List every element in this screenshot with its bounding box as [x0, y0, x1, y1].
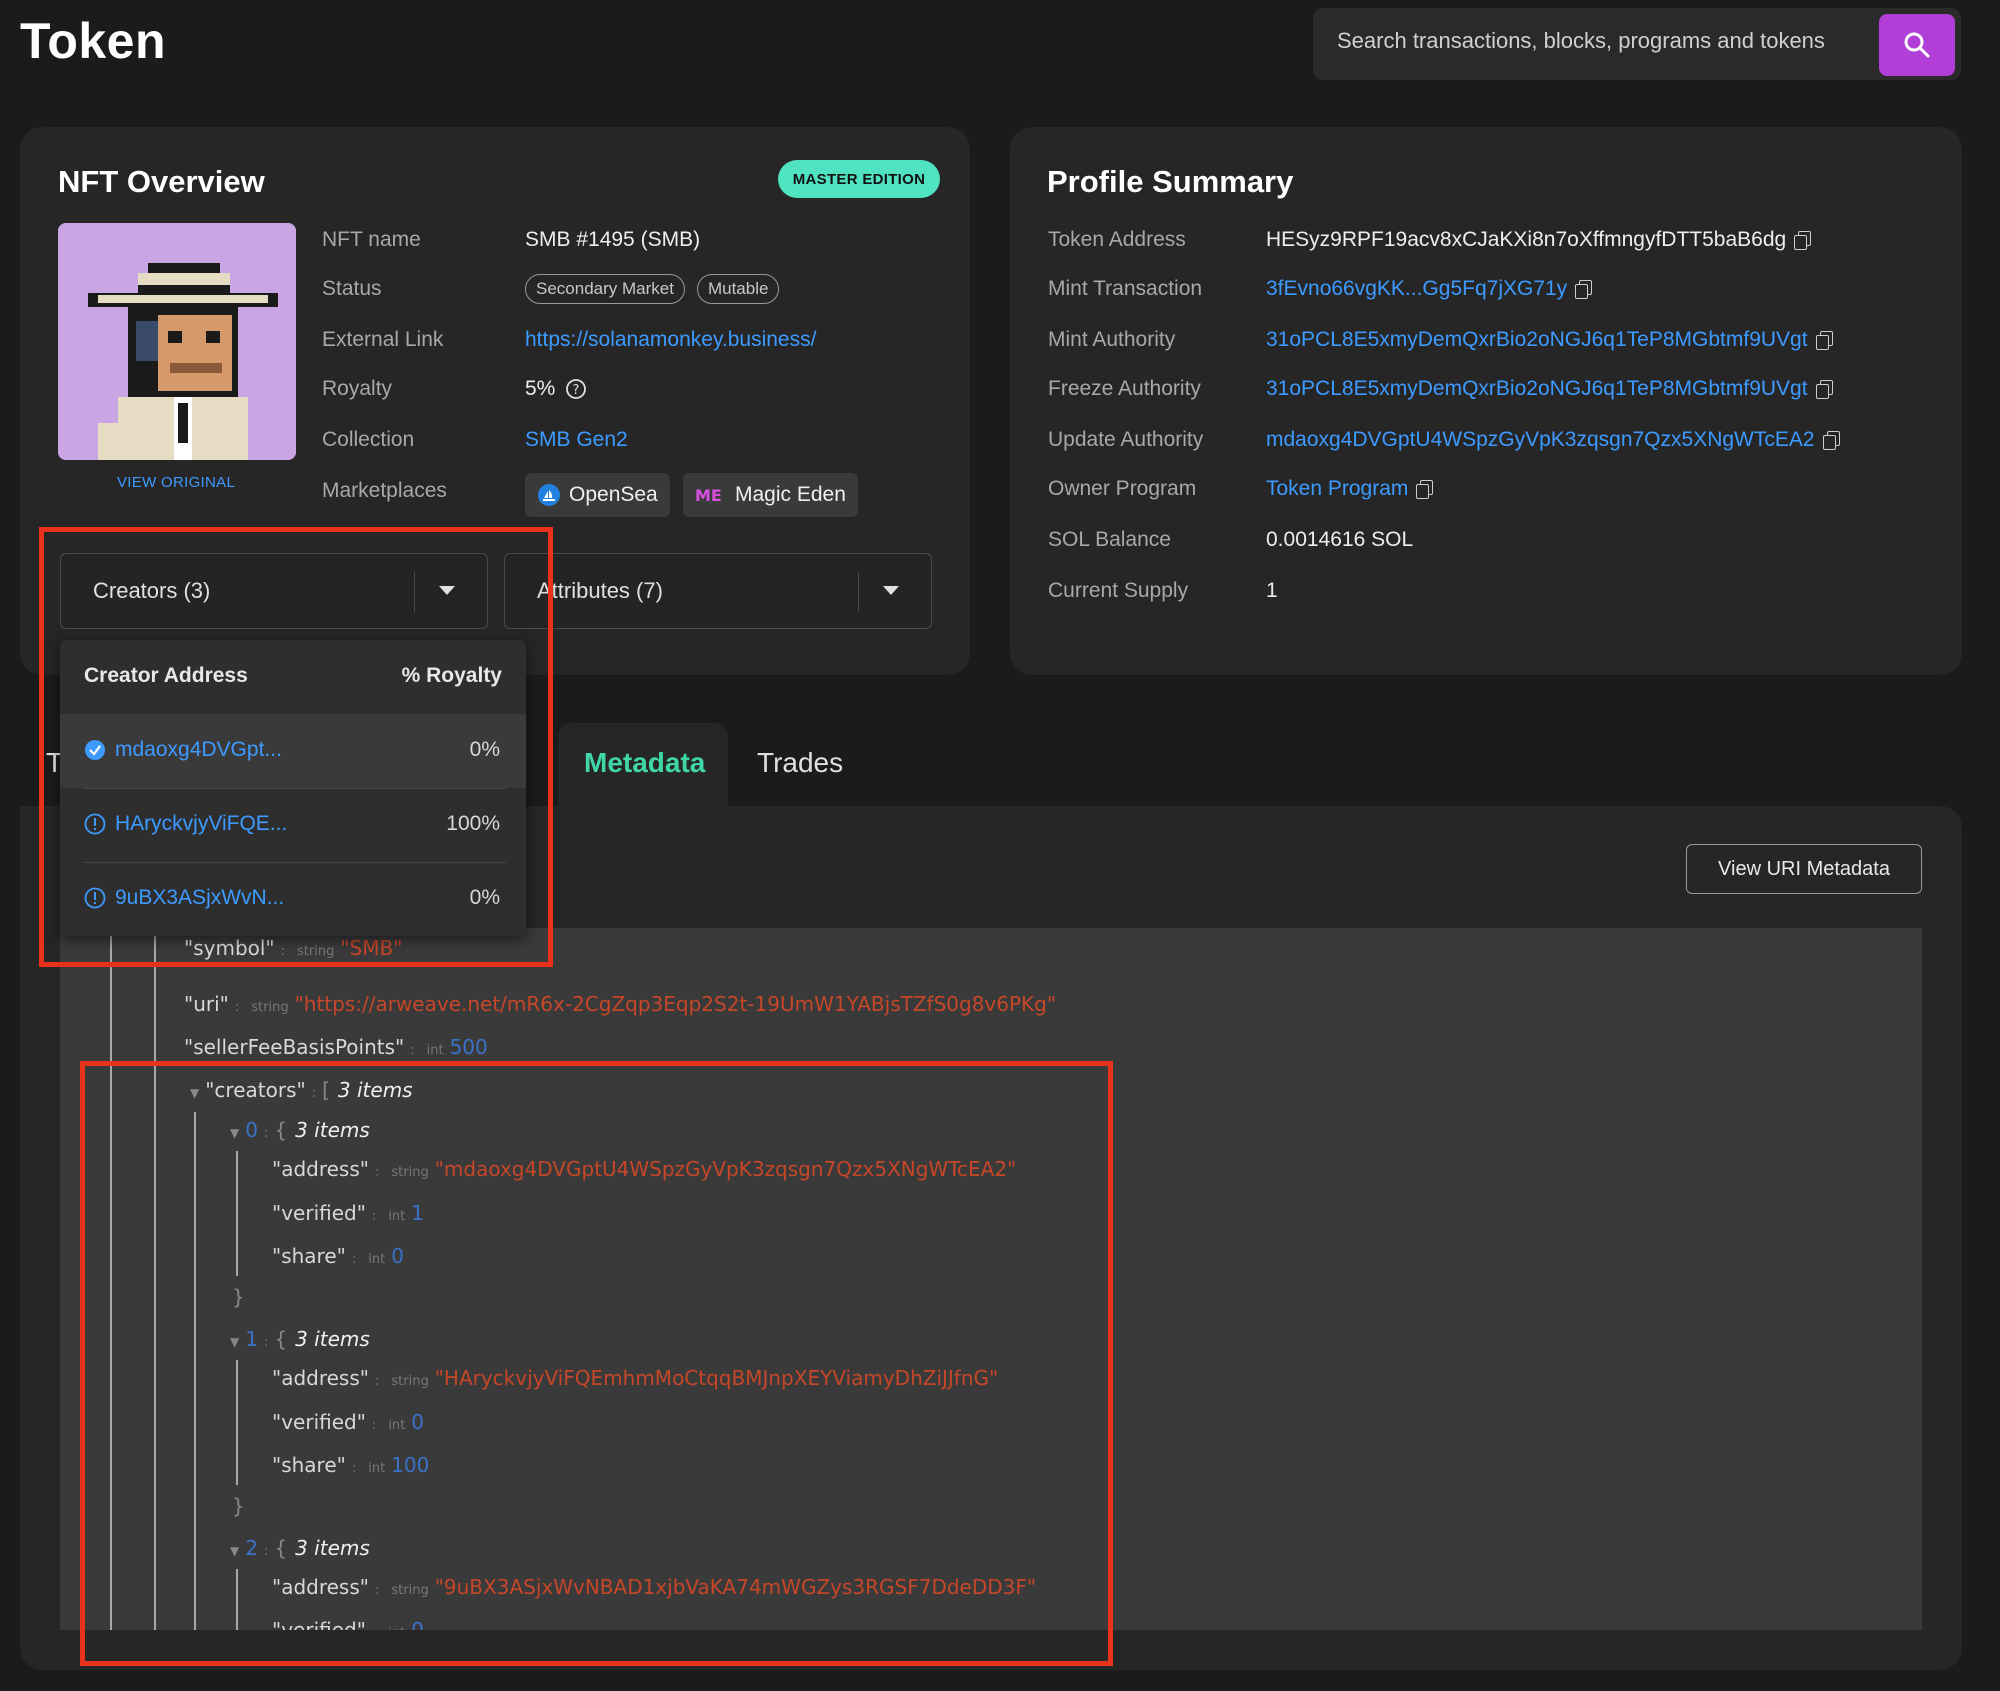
copy-icon[interactable]: [1416, 480, 1434, 499]
royalty-label: Royalty: [322, 377, 393, 400]
nft-overview-title: NFT Overview: [58, 164, 265, 199]
current-supply-value: 1: [1266, 579, 1278, 602]
json-type: string: [251, 1000, 289, 1015]
highlight-box-creators-menu: [39, 527, 553, 967]
mint-transaction-link[interactable]: 3fEvno66vgKK...Gg5Fq7jXG71y: [1266, 277, 1567, 300]
magic-eden-button[interactable]: ME Magic Eden: [683, 473, 858, 517]
owner-program-label: Owner Program: [1048, 477, 1197, 500]
magic-eden-label: Magic Eden: [735, 483, 846, 506]
dropdown-separator: [858, 572, 859, 612]
update-authority-link[interactable]: mdaoxg4DVGptU4WSpzGyVpK3zqsgn7Qzx5XNgWTc…: [1266, 428, 1815, 451]
tab-metadata[interactable]: Metadata: [584, 747, 705, 779]
opensea-icon: [538, 484, 560, 506]
opensea-button[interactable]: OpenSea: [525, 473, 670, 517]
freeze-authority-value: 31oPCL8E5xmyDemQxrBio2oNGJ6q1TeP8MGbtmf9…: [1266, 377, 1833, 401]
nft-image[interactable]: [58, 223, 296, 460]
chevron-down-icon: [883, 586, 899, 595]
copy-icon[interactable]: [1822, 431, 1840, 450]
nft-pixel-art: [58, 223, 296, 460]
json-value: 500: [449, 1035, 488, 1059]
mint-transaction-label: Mint Transaction: [1048, 277, 1203, 300]
opensea-label: OpenSea: [569, 483, 658, 506]
token-address-label: Token Address: [1048, 228, 1186, 251]
copy-icon[interactable]: [1575, 280, 1593, 299]
sol-balance-value: 0.0014616 SOL: [1266, 528, 1414, 551]
owner-program-link[interactable]: Token Program: [1266, 477, 1408, 500]
freeze-authority-link[interactable]: 31oPCL8E5xmyDemQxrBio2oNGJ6q1TeP8MGbtmf9…: [1266, 377, 1808, 400]
attributes-dropdown[interactable]: Attributes (7): [504, 553, 932, 629]
collection-link[interactable]: SMB Gen2: [525, 428, 628, 452]
json-uri-line: "uri": string "https://arweave.net/mR6x-2C…: [184, 992, 1056, 1016]
copy-icon[interactable]: [1815, 380, 1833, 399]
help-icon[interactable]: ?: [565, 378, 587, 400]
nft-name-value: SMB #1495 (SMB): [525, 228, 701, 251]
status-label: Status: [322, 277, 382, 300]
external-link[interactable]: https://solanamonkey.business/: [525, 328, 816, 352]
status-pill-secondary: Secondary Market: [525, 274, 685, 304]
update-authority-value: mdaoxg4DVGptU4WSpzGyVpK3zqsgn7Qzx5XNgWTc…: [1266, 428, 1840, 452]
view-uri-metadata-button[interactable]: View URI Metadata: [1686, 844, 1922, 894]
json-type: int: [426, 1043, 444, 1058]
json-value: "https://arweave.net/mR6x-2CgZqp3Eqp2S2t…: [294, 992, 1057, 1016]
highlight-box-creators-json: [80, 1061, 1113, 1666]
mint-transaction-value: 3fEvno66vgKK...Gg5Fq7jXG71y: [1266, 277, 1593, 301]
search-button[interactable]: [1879, 14, 1955, 76]
royalty-value: 5% ?: [525, 377, 587, 401]
token-address-value: HESyz9RPF19acv8xCJaKXi8n7oXffmngyfDTT5ba…: [1266, 228, 1812, 252]
mint-authority-value: 31oPCL8E5xmyDemQxrBio2oNGJ6q1TeP8MGbtmf9…: [1266, 328, 1833, 352]
svg-text:ME: ME: [695, 486, 722, 505]
svg-text:?: ?: [573, 383, 580, 398]
master-edition-badge: MASTER EDITION: [778, 160, 940, 198]
copy-icon[interactable]: [1815, 331, 1833, 350]
search-input[interactable]: [1337, 28, 1857, 54]
current-supply-label: Current Supply: [1048, 579, 1189, 602]
external-link-label: External Link: [322, 328, 444, 351]
sol-balance-label: SOL Balance: [1048, 528, 1171, 551]
magic-eden-icon: ME: [695, 486, 722, 505]
collection-label: Collection: [322, 428, 415, 451]
attributes-dropdown-label: Attributes (7): [537, 578, 663, 603]
owner-program-value: Token Program: [1266, 477, 1434, 501]
search-bar: [1313, 8, 1961, 80]
page-title: Token: [20, 13, 167, 69]
mint-authority-label: Mint Authority: [1048, 328, 1176, 351]
copy-icon[interactable]: [1794, 231, 1812, 250]
status-pills: Secondary Market Mutable: [525, 274, 780, 304]
update-authority-label: Update Authority: [1048, 428, 1204, 451]
royalty-percent: 5%: [525, 377, 556, 400]
profile-summary-title: Profile Summary: [1047, 164, 1294, 199]
json-fee-line: "sellerFeeBasisPoints": int 500: [184, 1035, 488, 1059]
json-key: "uri": [184, 992, 229, 1016]
mint-authority-link[interactable]: 31oPCL8E5xmyDemQxrBio2oNGJ6q1TeP8MGbtmf9…: [1266, 328, 1808, 351]
search-icon: [1904, 32, 1930, 58]
tab-trades[interactable]: Trades: [757, 747, 843, 779]
json-colon: :: [410, 1043, 415, 1058]
nft-name-label: NFT name: [322, 228, 421, 251]
marketplaces-label: Marketplaces: [322, 479, 447, 502]
view-original-link[interactable]: VIEW ORIGINAL: [117, 474, 235, 491]
token-address-text: HESyz9RPF19acv8xCJaKXi8n7oXffmngyfDTT5ba…: [1266, 228, 1787, 251]
json-colon: :: [234, 1000, 240, 1015]
status-pill-mutable: Mutable: [696, 274, 780, 304]
freeze-authority-label: Freeze Authority: [1048, 377, 1201, 400]
json-key: "sellerFeeBasisPoints": [184, 1035, 405, 1059]
